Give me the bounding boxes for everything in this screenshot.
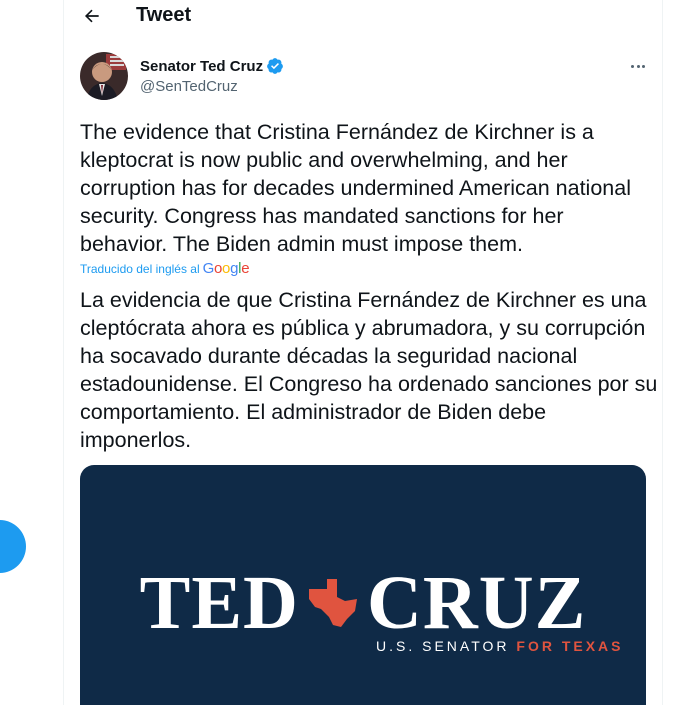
header: Tweet — [64, 0, 662, 34]
author-handle[interactable]: @SenTedCruz — [140, 78, 238, 95]
back-button[interactable] — [78, 2, 106, 30]
avatar[interactable] — [80, 52, 128, 100]
logo-word-left: TED — [139, 561, 299, 645]
main-column: Tweet Senator Ted Cruz @SenTedCruz The e… — [63, 0, 663, 705]
subtitle-main: U.S. SENATOR — [376, 638, 517, 654]
google-logo: Google — [202, 260, 250, 277]
more-icon — [631, 64, 635, 68]
tweet-text: The evidence that Cristina Fernández de … — [80, 120, 631, 256]
tweet-author: Senator Ted Cruz @SenTedCruz — [80, 52, 650, 102]
name-row: Senator Ted Cruz — [140, 57, 284, 75]
media-subtitle: U.S. SENATOR FOR TEXAS — [376, 638, 624, 654]
back-arrow-icon — [84, 9, 99, 23]
subtitle-accent: FOR TEXAS — [516, 638, 624, 654]
translated-tweet-text: La evidencia de que Cristina Fernández d… — [80, 288, 658, 452]
page-title: Tweet — [136, 4, 192, 26]
translation-attribution[interactable]: Traducido del inglés al Google — [80, 260, 250, 277]
tweet-media-image[interactable]: TED CRUZ U.S. SENATOR FOR TEXAS — [80, 465, 646, 705]
compose-tweet-button[interactable] — [0, 520, 26, 573]
more-button[interactable] — [626, 56, 650, 76]
logo-word-right: CRUZ — [366, 561, 587, 645]
author-name[interactable]: Senator Ted Cruz — [140, 58, 263, 75]
texas-star-icon — [308, 579, 357, 627]
translated-label: Traducido del inglés al — [80, 261, 200, 276]
verified-badge-icon — [267, 58, 283, 74]
media-logo: TED CRUZ — [80, 565, 646, 641]
avatar-image — [80, 52, 128, 100]
